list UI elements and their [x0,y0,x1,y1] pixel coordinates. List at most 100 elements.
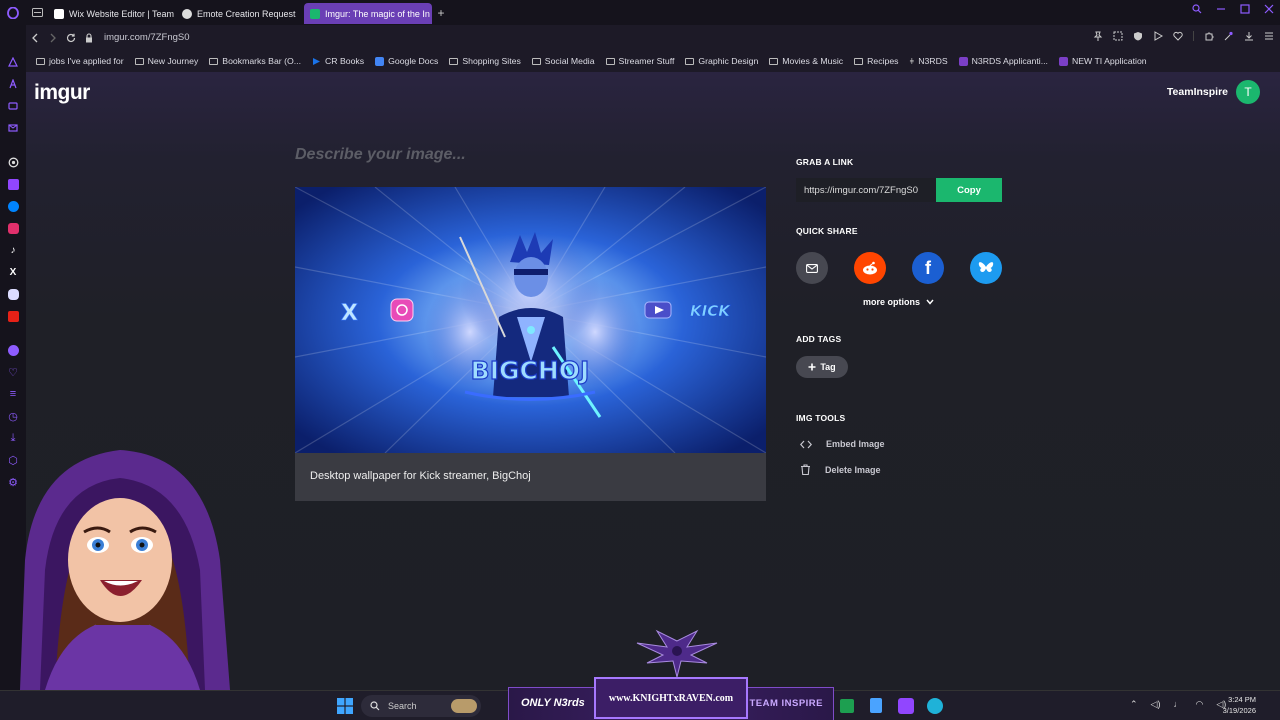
tab-imgur[interactable]: Imgur: The magic of the In [304,3,432,24]
maximize-icon[interactable] [1240,4,1250,14]
new-tab-button[interactable]: + [432,2,450,23]
forward-arrow-icon [50,33,56,42]
embed-image-button[interactable]: Embed Image [800,439,885,449]
easy-setup-icon[interactable] [1224,31,1234,41]
bookmark-recipes[interactable]: Recipes [854,56,899,66]
folder-icon [36,57,45,65]
start-button[interactable] [337,698,353,714]
delete-image-button[interactable]: Delete Image [800,464,881,475]
sidebar-messenger-icon[interactable] [0,195,26,217]
tab-label: Wix Website Editor | Team [69,8,175,19]
snapshot-icon[interactable] [1113,31,1123,41]
quick-share-heading: QUICK SHARE [796,226,858,236]
play-books-icon [313,57,320,65]
sidebar-instagram-icon[interactable] [0,217,26,239]
sidebar-tabs-icon[interactable]: ≡ [0,383,26,405]
sidebar-youtube-icon[interactable] [0,305,26,327]
add-tag-button[interactable]: Tag [796,356,848,378]
sidebar-x-icon[interactable]: X [0,261,26,283]
bookmark-cr-books[interactable]: CR Books [312,56,364,66]
speaker-tray-icon[interactable]: ◁) [1151,699,1161,710]
bookmark-label: NEW TI Application [1071,56,1147,66]
grab-link-heading: GRAB A LINK [796,157,854,167]
browser-tab-bar: Wix Website Editor | Team Emote Creation… [0,0,1280,25]
windows-taskbar: Search ONLY N3rds TEAM INSPIRE www.KNIGH… [0,629,1280,720]
bookmark-label: Social Media [544,56,595,66]
clock-time: 3:24 PM [1228,695,1256,704]
bookmark-jobs[interactable]: jobs I've applied for [36,56,124,66]
bookmark-social-media[interactable]: Social Media [531,56,595,66]
describe-image-input[interactable] [295,144,765,166]
bookmark-label: N3RDS [918,56,948,66]
trash-icon [801,464,810,475]
tab-overview-icon[interactable] [26,0,48,25]
bookmark-streamer-stuff[interactable]: Streamer Stuff [605,56,674,66]
reload-button[interactable] [62,33,80,43]
sidebar-chatgpt-icon[interactable] [0,151,26,173]
sidebar-gmail-icon[interactable] [0,117,26,139]
bookmark-label: jobs I've applied for [49,56,124,66]
extensions-icon[interactable] [1204,31,1214,41]
globe-favicon-icon [182,8,192,19]
sidebar-ai-icon[interactable] [0,73,26,95]
user-menu[interactable]: TeamInspire T [1167,80,1260,104]
chevron-up-icon[interactable]: ⌃ [1130,699,1138,710]
taskbar-clock[interactable]: 3:24 PM 3/19/2026 [1223,694,1256,716]
mic-icon[interactable]: ♩ [1173,699,1182,710]
opera-menu-icon[interactable] [0,0,26,25]
share-link-field[interactable]: https://imgur.com/7ZFngS0 [796,178,936,202]
taskbar-app-twitch[interactable] [898,698,914,714]
shield-icon[interactable] [1133,31,1143,41]
bookmark-bookmarks-bar[interactable]: Bookmarks Bar (O... [209,56,301,66]
sidebar-aria-icon[interactable] [0,51,26,73]
wallpaper-kick-logo: KICK [690,302,731,320]
download-icon[interactable] [1244,31,1254,41]
taskbar-search[interactable]: Search [361,695,481,717]
post-image[interactable]: X KICK BIGCHOJ [295,187,766,453]
tab-emote-request[interactable]: Emote Creation Request [176,3,304,24]
taskbar-app-excel[interactable] [840,699,854,713]
sidebar-tiktok-icon[interactable]: ♪ [0,239,26,261]
close-icon[interactable] [1264,4,1274,14]
sidebar-history-icon[interactable]: ◷ [0,405,26,427]
reddit-share-button[interactable] [854,252,886,284]
pin-icon[interactable] [1093,31,1103,41]
bookmark-shopping[interactable]: Shopping Sites [449,56,521,66]
copy-link-button[interactable]: Copy [936,178,1002,202]
sidebar-workspace-icon[interactable] [0,95,26,117]
more-options-button[interactable]: more options [863,297,934,307]
search-tabs-icon[interactable] [1192,4,1202,14]
delete-image-label: Delete Image [825,464,881,475]
sidebar-favorites-icon[interactable]: ♡ [0,361,26,383]
n3rds-icon: ǂ [909,56,915,66]
imgur-logo[interactable]: imgur [34,81,90,105]
sidebar-spotify-icon[interactable] [0,339,26,361]
tab-wix[interactable]: Wix Website Editor | Team [48,3,176,24]
play-icon[interactable] [1153,31,1163,41]
bookmark-graphic-design[interactable]: Graphic Design [685,56,758,66]
taskbar-app-notepad[interactable] [870,698,882,713]
bookmark-new-ti-application[interactable]: NEW TI Application [1058,56,1147,66]
bookmark-movies-music[interactable]: Movies & Music [769,56,843,66]
sidebar-twitch-icon[interactable] [0,173,26,195]
url-field[interactable]: imgur.com/7ZFngS0 [104,32,190,43]
image-caption[interactable]: Desktop wallpaper for Kick streamer, Big… [295,453,766,501]
bookmark-n3rds[interactable]: ǂ N3RDS [910,56,948,66]
facebook-share-button[interactable]: f [912,252,944,284]
sidebar-toggle-icon[interactable] [1264,31,1274,41]
email-share-button[interactable] [796,252,828,284]
taskbar-app-edge[interactable] [927,698,943,714]
bookmark-n3rds-applicants[interactable]: N3RDS Applicanti... [958,56,1048,66]
folder-icon [209,57,219,65]
back-button[interactable] [26,33,44,43]
bookmark-google-docs[interactable]: Google Docs [375,56,438,66]
bookmark-new-journey[interactable]: New Journey [134,56,198,66]
forward-button[interactable] [44,33,62,43]
minimize-icon[interactable] [1216,4,1226,14]
bluesky-share-button[interactable] [970,252,1002,284]
wifi-icon[interactable]: ◠ [1195,699,1203,710]
heart-icon[interactable] [1173,31,1183,41]
img-tools-heading: IMG TOOLS [796,413,846,423]
embed-code-icon [800,440,812,448]
sidebar-discord-icon[interactable] [0,283,26,305]
